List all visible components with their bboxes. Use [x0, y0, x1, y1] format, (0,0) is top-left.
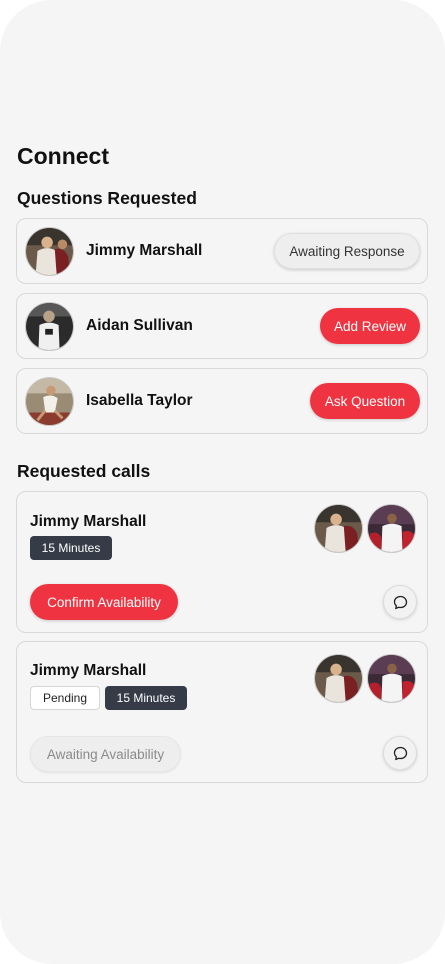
- add-review-button[interactable]: Add Review: [320, 308, 420, 344]
- question-card: Aidan Sullivan Add Review: [16, 293, 428, 359]
- call-card: Jimmy Marshall Pending 15 Minutes Awaiti…: [16, 641, 428, 783]
- call-participant-name: Jimmy Marshall: [30, 513, 147, 530]
- duration-tag: 15 Minutes: [105, 686, 187, 710]
- chat-button[interactable]: [383, 736, 417, 770]
- player-name: Isabella Taylor: [86, 392, 193, 409]
- player-name: Jimmy Marshall: [86, 242, 203, 259]
- avatar[interactable]: [25, 377, 74, 426]
- avatar[interactable]: [367, 504, 416, 553]
- player-photo: [315, 655, 362, 702]
- player-photo: [368, 655, 415, 702]
- call-participant-name: Jimmy Marshall: [30, 662, 147, 679]
- avatar[interactable]: [25, 302, 74, 351]
- avatar[interactable]: [314, 654, 363, 703]
- page-title: Connect: [17, 143, 109, 169]
- player-photo: [368, 505, 415, 552]
- player-name: Aidan Sullivan: [86, 317, 193, 334]
- confirm-availability-button[interactable]: Confirm Availability: [30, 584, 178, 620]
- chat-bubble-icon: [393, 746, 407, 760]
- avatar[interactable]: [314, 504, 363, 553]
- avatar[interactable]: [25, 227, 74, 276]
- call-card: Jimmy Marshall 15 Minutes Confirm Availa…: [16, 491, 428, 633]
- phone-screen: Connect Questions Requested Jimmy Marsha…: [0, 0, 445, 964]
- ask-question-button[interactable]: Ask Question: [310, 383, 420, 419]
- calls-section-title: Requested calls: [17, 461, 151, 481]
- player-photo: [26, 228, 73, 275]
- player-photo: [315, 505, 362, 552]
- duration-tag: 15 Minutes: [30, 536, 112, 560]
- awaiting-availability-button[interactable]: Awaiting Availability: [30, 736, 181, 772]
- player-photo: [26, 378, 73, 425]
- status-tag: Pending: [30, 686, 100, 710]
- chat-bubble-icon: [393, 595, 407, 609]
- chat-button[interactable]: [383, 585, 417, 619]
- awaiting-response-button[interactable]: Awaiting Response: [274, 233, 420, 269]
- question-card: Jimmy Marshall Awaiting Response: [16, 218, 428, 284]
- question-card: Isabella Taylor Ask Question: [16, 368, 428, 434]
- player-photo: [26, 303, 73, 350]
- avatar[interactable]: [367, 654, 416, 703]
- questions-section-title: Questions Requested: [17, 188, 197, 208]
